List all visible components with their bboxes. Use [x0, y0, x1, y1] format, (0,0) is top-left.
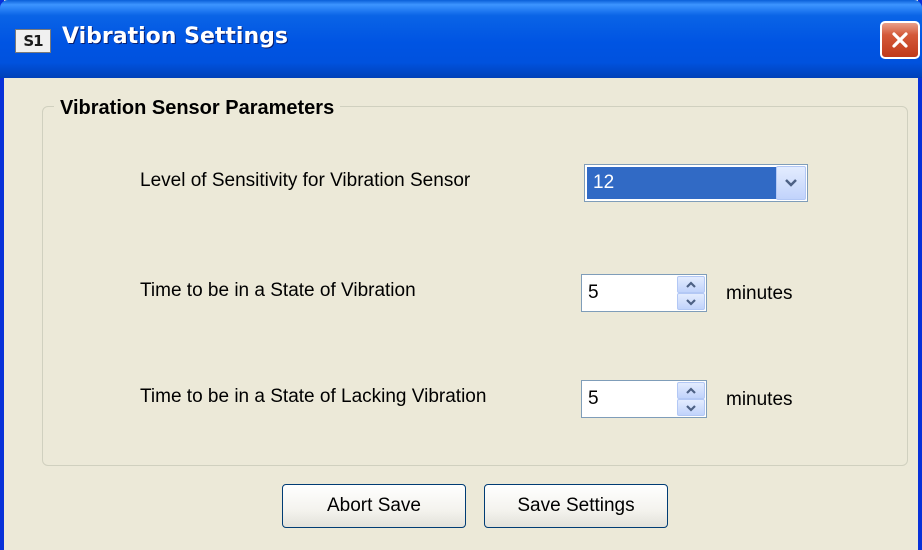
- vibration-time-decrement[interactable]: [677, 293, 705, 310]
- abort-save-button[interactable]: Abort Save: [282, 484, 466, 528]
- close-icon: [892, 32, 908, 48]
- vibration-time-increment[interactable]: [677, 276, 705, 293]
- dropdown-arrow-button[interactable]: [776, 166, 806, 200]
- save-settings-button[interactable]: Save Settings: [484, 484, 668, 528]
- lacking-time-label: Time to be in a State of Lacking Vibrati…: [140, 386, 487, 407]
- lacking-time-increment[interactable]: [677, 382, 705, 399]
- sensitivity-selected-value: 12: [587, 167, 777, 199]
- window-title: Vibration Settings: [62, 24, 288, 49]
- lacking-time-unit: minutes: [726, 389, 793, 410]
- chevron-down-icon: [785, 179, 797, 187]
- vibration-time-spinner[interactable]: 5: [581, 274, 707, 312]
- sensitivity-label: Level of Sensitivity for Vibration Senso…: [140, 170, 471, 191]
- lacking-time-value[interactable]: 5: [588, 381, 599, 417]
- vibration-time-value[interactable]: 5: [588, 275, 599, 311]
- chevron-down-icon: [686, 404, 696, 412]
- chevron-up-icon: [686, 280, 696, 288]
- chevron-up-icon: [686, 386, 696, 394]
- app-icon-text: S1: [23, 32, 43, 50]
- lacking-time-spinner[interactable]: 5: [581, 380, 707, 418]
- close-button[interactable]: [880, 21, 920, 59]
- dialog-window: S1 Vibration Settings Vibration Sensor P…: [0, 0, 922, 550]
- vibration-time-label: Time to be in a State of Vibration: [140, 280, 416, 301]
- title-bar[interactable]: S1 Vibration Settings: [0, 0, 922, 78]
- lacking-time-decrement[interactable]: [677, 399, 705, 416]
- sensitivity-dropdown[interactable]: 12: [584, 164, 808, 202]
- vibration-time-unit: minutes: [726, 283, 793, 304]
- app-icon: S1: [15, 29, 51, 53]
- chevron-down-icon: [686, 298, 696, 306]
- groupbox-legend: Vibration Sensor Parameters: [54, 97, 341, 120]
